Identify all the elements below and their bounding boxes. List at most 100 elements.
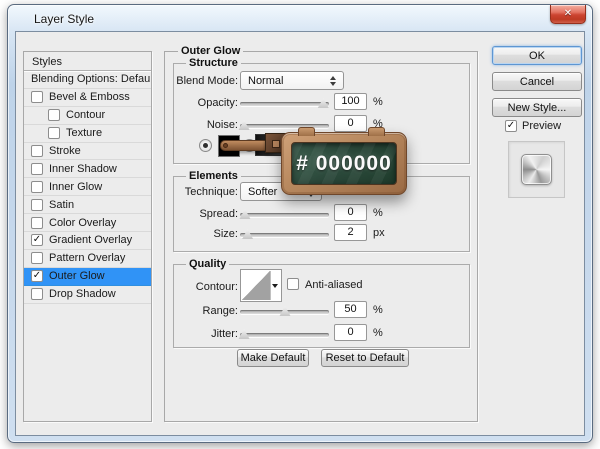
jitter-input[interactable]: 0: [334, 324, 367, 341]
noise-input[interactable]: 0: [334, 115, 367, 132]
slider-track: [240, 213, 329, 217]
sidebar-item-label: Inner Shadow: [49, 162, 117, 175]
antialiased-checkbox[interactable]: [287, 278, 299, 290]
technique-label: Technique:: [184, 186, 238, 198]
tooltip-tab: [298, 127, 315, 136]
slider-track: [240, 333, 329, 337]
new-style-button[interactable]: New Style...: [492, 98, 582, 117]
checkbox[interactable]: [31, 145, 43, 157]
opacity-unit: %: [373, 96, 383, 108]
contour-thumbnail: [242, 271, 271, 300]
checkbox[interactable]: [31, 252, 43, 265]
sidebar-item-color-overlay[interactable]: Color Overlay: [24, 214, 151, 233]
sidebar-item-label: Bevel & Emboss: [49, 91, 130, 104]
quality-legend: Quality: [186, 258, 230, 271]
styles-header: Styles: [24, 52, 151, 71]
sidebar-item-label: Outer Glow: [49, 270, 105, 283]
color-radio[interactable]: [199, 139, 212, 152]
checkbox[interactable]: ✓: [31, 234, 43, 247]
style-preview-thumbnail: [521, 154, 552, 185]
sidebar-item-label: Blending Options: Default: [31, 73, 151, 86]
sidebar-item-label: Contour: [66, 109, 106, 122]
preview-checkbox[interactable]: ✓: [505, 120, 517, 132]
tooltip-tab: [368, 127, 385, 136]
jitter-label: Jitter:: [211, 328, 238, 340]
jitter-unit: %: [373, 327, 383, 339]
sidebar-item-stroke[interactable]: Stroke: [24, 143, 151, 161]
antialiased-label: Anti-aliased: [305, 279, 363, 291]
size-slider[interactable]: [240, 228, 329, 240]
blend-mode-select[interactable]: Normal: [240, 71, 344, 90]
tooltip-rivet-icon: [223, 143, 228, 148]
structure-legend: Structure: [186, 57, 241, 70]
sidebar-item-drop-shadow[interactable]: Drop Shadow: [24, 286, 151, 304]
sidebar-item-label: Stroke: [49, 145, 81, 157]
style-preview-panel: [508, 141, 565, 198]
sidebar-item-label: Gradient Overlay: [49, 234, 133, 247]
sidebar-item-label: Drop Shadow: [49, 288, 116, 301]
sidebar-item-outer-glow[interactable]: ✓ Outer Glow: [24, 267, 151, 286]
checkbox[interactable]: [31, 216, 43, 229]
dialog-body: Styles Blending Options: Default Bevel & …: [15, 31, 585, 436]
range-label: Range:: [202, 305, 238, 317]
range-input[interactable]: 50: [334, 301, 367, 318]
checkbox[interactable]: ✓: [31, 270, 43, 283]
slider-track: [240, 102, 329, 106]
reset-to-default-button[interactable]: Reset to Default: [321, 349, 409, 367]
outer-glow-panel: Outer Glow Structure Blend Mode: Normal …: [164, 45, 478, 422]
spread-slider[interactable]: [239, 208, 329, 220]
checkbox[interactable]: [31, 91, 43, 104]
make-default-button[interactable]: Make Default: [237, 349, 309, 367]
slider-track: [240, 233, 329, 237]
range-slider[interactable]: [240, 305, 329, 317]
range-unit: %: [373, 304, 383, 316]
sidebar-item-label: Color Overlay: [49, 216, 117, 229]
elements-legend: Elements: [186, 170, 241, 183]
checkbox[interactable]: [48, 127, 60, 140]
sidebar-item-pattern-overlay[interactable]: Pattern Overlay: [24, 250, 151, 268]
size-input[interactable]: 2: [334, 224, 367, 241]
blend-mode-label: Blend Mode:: [176, 75, 238, 87]
blend-mode-value: Normal: [248, 75, 284, 87]
jitter-slider[interactable]: [238, 328, 329, 340]
layer-style-dialog: Layer Style ✕ Styles Blending Options: D…: [7, 4, 593, 443]
sidebar-item-inner-shadow[interactable]: Inner Shadow: [24, 160, 151, 179]
spread-input[interactable]: 0: [334, 204, 367, 221]
styles-panel: Styles Blending Options: Default Bevel & …: [23, 51, 152, 422]
quality-group: Quality Contour: Anti-aliased Range: 50 …: [173, 258, 470, 348]
size-label: Size:: [213, 228, 238, 240]
sidebar-item-blending-options-default[interactable]: Blending Options: Default: [24, 71, 151, 89]
styles-list: Blending Options: Default Bevel & Emboss C…: [24, 71, 151, 304]
contour-picker[interactable]: [240, 269, 282, 302]
window-title: Layer Style: [34, 12, 95, 26]
noise-slider[interactable]: [238, 119, 329, 131]
checkbox[interactable]: [31, 162, 43, 175]
preview-label: Preview: [522, 120, 562, 132]
ok-button[interactable]: OK: [492, 46, 582, 65]
checkbox[interactable]: [31, 288, 43, 301]
sidebar-item-inner-glow[interactable]: Inner Glow: [24, 178, 151, 197]
sidebar-item-satin[interactable]: Satin: [24, 196, 151, 215]
sidebar-item-label: Satin: [49, 198, 75, 211]
size-unit: px: [373, 227, 385, 239]
cancel-button[interactable]: Cancel: [492, 72, 582, 91]
technique-value: Softer: [248, 186, 278, 198]
sidebar-item-label: Pattern Overlay: [49, 252, 126, 265]
checkbox[interactable]: [31, 198, 43, 211]
noise-label: Noise:: [206, 119, 238, 131]
tooltip-chalkboard: # 000000: [291, 142, 397, 185]
chevron-down-icon[interactable]: [272, 284, 278, 288]
opacity-slider[interactable]: [240, 97, 329, 109]
close-icon[interactable]: ✕: [550, 5, 586, 24]
sidebar-item-gradient-overlay[interactable]: ✓ Gradient Overlay: [24, 232, 151, 250]
spread-unit: %: [373, 207, 383, 219]
opacity-label: Opacity:: [197, 97, 238, 109]
sidebar-item-texture[interactable]: Texture: [24, 125, 151, 143]
sidebar-item-contour[interactable]: Contour: [24, 107, 151, 125]
checkbox[interactable]: [48, 109, 60, 122]
sidebar-item-bevel-emboss[interactable]: Bevel & Emboss: [24, 89, 151, 107]
opacity-input[interactable]: 100: [334, 93, 367, 110]
slider-track: [240, 124, 329, 128]
stepper-icon: [330, 76, 338, 86]
checkbox[interactable]: [31, 180, 43, 193]
